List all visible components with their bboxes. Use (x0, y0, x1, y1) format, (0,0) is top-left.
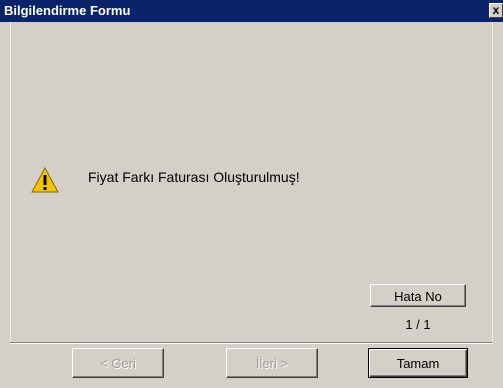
error-page-count: 1 / 1 (405, 317, 431, 332)
window-title: Bilgilendirme Formu (4, 3, 131, 18)
warning-icon (31, 167, 59, 193)
next-button[interactable]: İleri > (226, 348, 318, 378)
close-button[interactable]: x (489, 3, 503, 18)
dialog-window: Bilgilendirme Formu x Fiyat Farkı Fatura… (0, 0, 503, 388)
message-text: Fiyat Farkı Faturası Oluşturulmuş! (88, 169, 300, 185)
ok-button[interactable]: Tamam (368, 348, 468, 378)
hata-no-button[interactable]: Hata No (370, 284, 466, 307)
back-button[interactable]: < Geri (72, 348, 164, 378)
title-bar[interactable]: Bilgilendirme Formu x (0, 0, 503, 22)
